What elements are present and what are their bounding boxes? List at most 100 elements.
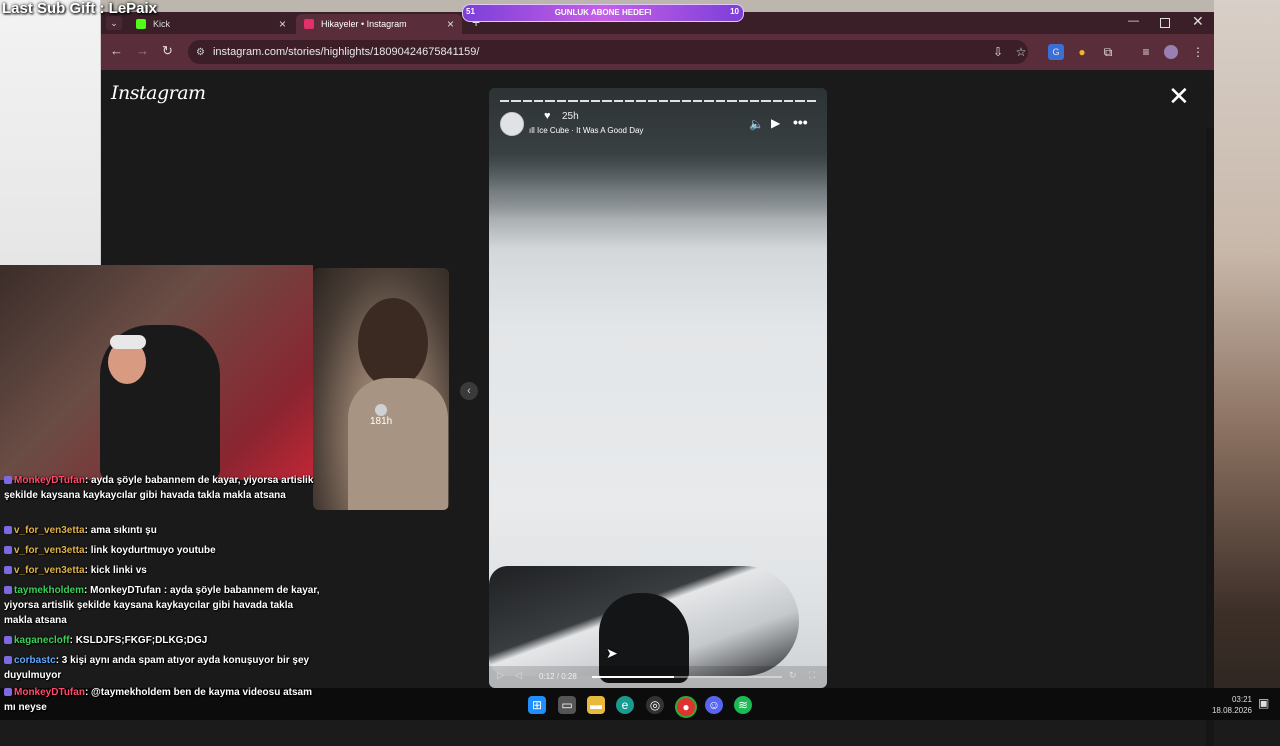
story-progress-segment [704,100,714,102]
tab-label: Hikayeler • Instagram [321,19,407,29]
story-viewer[interactable]: ♥ 25h ıll Ice Cube · It Was A Good Day 🔈… [489,88,827,688]
tab-close-icon[interactable]: × [447,17,454,31]
play-icon[interactable]: ▶ [771,116,780,130]
chat-username[interactable]: MonkeyDTufan [14,475,85,486]
chat-message: taymekholdem: MonkeyDTufan : ayda şöyle … [4,583,324,628]
video-play-icon[interactable]: ▷ [497,670,504,681]
background-room [1214,0,1280,720]
chat-username[interactable]: v_for_ven3etta [14,565,85,576]
discord-icon[interactable]: ☺ [705,696,723,714]
notification-icon[interactable]: ▣ [1258,696,1269,710]
story-progress-segment [806,100,817,102]
extensions-puzzle-icon[interactable]: ⧉ [1100,44,1116,60]
url-text: instagram.com/stories/highlights/1809042… [212,46,480,58]
chat-message: v_for_ven3etta: kick linki vs [4,563,324,578]
video-volume-icon[interactable]: ◁ [515,670,522,681]
story-music-label: Ice Cube · It Was A Good Day [537,126,644,135]
translate-extension-icon[interactable]: G [1048,44,1064,60]
reload-icon[interactable]: ↻ [162,43,173,59]
story-time: 25h [562,111,579,122]
chat-badge-icon [4,636,12,645]
chat-username[interactable]: taymekholdem [14,585,84,596]
chat-username[interactable]: v_for_ven3etta [14,525,85,536]
stream-overlay-panel [0,0,101,265]
tab-kick[interactable]: Kick × [128,14,294,34]
chat-username[interactable]: corbastc [14,655,56,666]
story-progress-segment [545,100,555,102]
minimize-button[interactable]: — [1128,15,1139,27]
prev-story-avatar [375,404,387,416]
obs-icon[interactable]: ◎ [646,696,664,714]
chat-username[interactable]: kaganecloff [14,635,70,646]
sub-goal-label: GUNLUK ABONE HEDEFI [554,8,652,17]
story-progress-segment [715,100,726,102]
story-progress-segment [647,100,658,102]
close-story-icon[interactable]: ✕ [1168,83,1190,109]
more-options-icon[interactable]: ••• [793,114,808,130]
windows-icon[interactable]: ⊞ [528,696,546,714]
story-progress-segment [761,100,771,102]
story-progress-segment [693,100,703,102]
story-progress-segment [568,100,578,102]
story-progress-segment [727,100,737,102]
music-icon: ıll [529,126,535,135]
chat-message: kaganecloff: KSLDJFS;FKGF;DLKG;DGJ [4,633,324,648]
volume-icon[interactable]: 🔈 [749,117,764,131]
tab-search-button[interactable]: ⌄ [106,16,122,30]
story-author-avatar[interactable] [500,112,524,136]
story-music[interactable]: ıll Ice Cube · It Was A Good Day [529,126,643,135]
chrome-icon[interactable]: ● [675,696,697,718]
video-controls: ▷ ◁ 0:12 / 0:28 ↻ ⛶ [489,666,827,688]
heart-icon[interactable]: ♥ [544,110,551,122]
story-trees-area [489,88,827,218]
story-progress-segments [500,100,817,102]
install-app-icon[interactable]: ⇩ [990,44,1006,60]
clock-date: 18.08.2026 [1211,706,1252,715]
instagram-logo[interactable]: Instagram [111,82,206,104]
close-window-button[interactable]: ✕ [1192,13,1204,30]
story-progress-segment [795,100,805,102]
menu-kebab-icon[interactable]: ⋮ [1190,44,1206,60]
video-replay-icon[interactable]: ↻ [789,670,797,681]
page-scrollbar[interactable] [1206,128,1214,746]
address-bar: ← → ↻ ⚙ instagram.com/stories/highlights… [100,34,1214,70]
tab-instagram[interactable]: Hikayeler • Instagram × [296,14,462,34]
previous-story-arrow-icon[interactable]: ‹ [460,382,478,400]
tab-close-icon[interactable]: × [279,17,286,31]
story-progress-segment [783,100,794,102]
story-progress-segment [681,100,692,102]
file-explorer-icon[interactable]: ▭ [558,696,576,714]
webcam-headphones [110,335,146,349]
instagram-icon [304,19,314,29]
forward-icon[interactable]: → [136,43,149,58]
maximize-button[interactable] [1160,18,1170,28]
previous-story-thumbnail[interactable]: 181h [313,268,449,510]
chat-message: v_for_ven3etta: link koydurtmuyo youtube [4,543,324,558]
story-progress-segment [624,100,635,102]
story-progress-segment [636,100,646,102]
story-progress-segment [500,100,510,102]
profile-avatar[interactable] [1164,45,1178,59]
video-seek-progress [592,676,674,678]
story-progress-segment [613,100,623,102]
extension-icon[interactable]: ● [1074,44,1090,60]
video-timecode: 0:12 / 0:28 [539,672,577,681]
webcam-feed [0,265,313,480]
back-icon[interactable]: ← [110,43,123,58]
story-progress-segment [602,100,612,102]
media-control-icon[interactable]: ≡ [1138,44,1154,60]
folder-icon[interactable]: ▬ [587,696,605,714]
spotify-icon[interactable]: ≋ [734,696,752,714]
chat-message: corbastc: 3 kişi aynı anda spam atıyor a… [4,653,324,683]
site-info-icon[interactable]: ⚙ [196,47,205,58]
url-field[interactable]: ⚙ instagram.com/stories/highlights/18090… [188,40,1028,64]
system-clock[interactable]: 03:21 18.08.2026 [1194,694,1252,716]
bookmark-star-icon[interactable]: ☆ [1013,44,1029,60]
chat-username[interactable]: MonkeyDTufan [14,687,85,698]
story-progress-segment [556,100,567,102]
chat-badge-icon [4,546,12,555]
fullscreen-icon[interactable]: ⛶ [809,670,815,681]
edge-icon[interactable]: e [616,696,634,714]
chat-username[interactable]: v_for_ven3etta [14,545,85,556]
prev-story-sweater [348,378,448,510]
